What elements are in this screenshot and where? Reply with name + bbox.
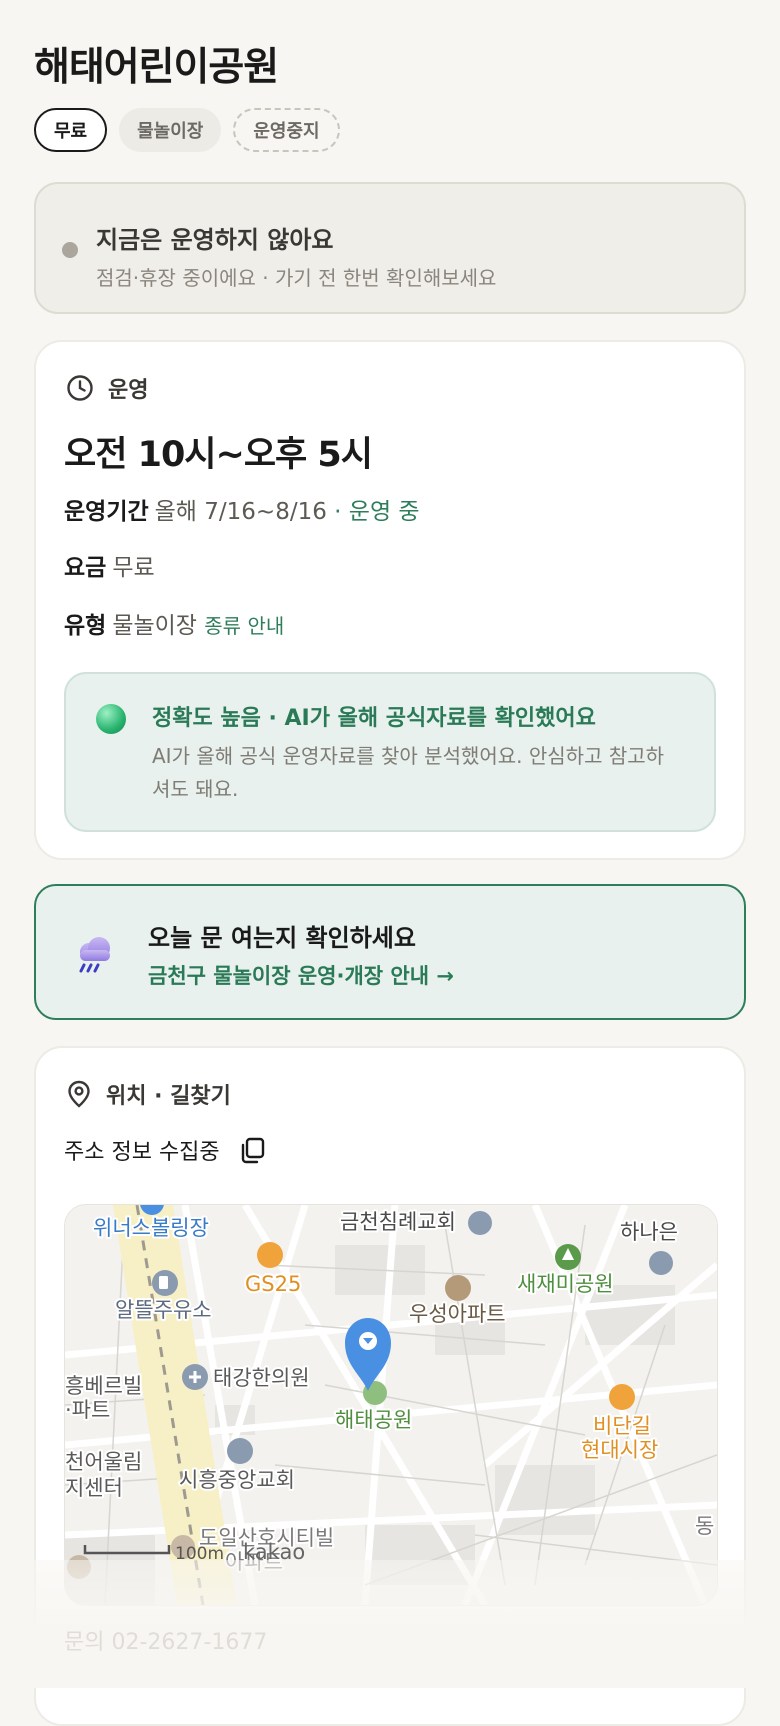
accuracy-orb-icon: [96, 704, 126, 734]
map-label-hongbe2: ·파트: [65, 1398, 110, 1422]
tag-chips: 무료 물놀이장 운영중지: [34, 108, 340, 152]
chip-stopped[interactable]: 운영중지: [233, 108, 340, 152]
map-label-saejaemi: 새재미공원: [517, 1272, 614, 1296]
map-label-bowling: 위너스볼링장: [93, 1216, 209, 1240]
map-label-church1: 금천침례교회: [340, 1210, 456, 1234]
period-value: 올해 7/16~8/16: [154, 499, 327, 525]
open-check-title: 오늘 문 여는지 확인하세요: [148, 924, 416, 952]
accuracy-title: 정확도 높음 · AI가 올해 공식자료를 확인했어요: [152, 706, 596, 731]
page-title: 해태어린이공원: [34, 45, 279, 90]
operation-card: 운영 오전 10시~오후 5시 운영기간 올해 7/16~8/16 · 운영 중 …: [34, 340, 746, 860]
operation-header: 운영: [66, 372, 148, 404]
period-label: 운영기간: [64, 499, 149, 525]
fee-row: 요금 무료: [64, 548, 155, 582]
map-label-dong: 동: [695, 1514, 714, 1538]
map-label-clinic: 태강한의원: [213, 1366, 310, 1390]
type-value: 물놀이장: [112, 613, 197, 639]
fee-label: 요금: [64, 555, 107, 581]
map-label-market1: 비단길: [593, 1414, 651, 1438]
address-row: 주소 정보 수집중: [64, 1134, 266, 1166]
location-header: 위치 · 길찾기: [66, 1078, 231, 1110]
period-status: · 운영 중: [334, 499, 420, 525]
map-label-gas: 알뜰주유소: [115, 1298, 212, 1322]
clock-icon: [67, 375, 93, 401]
map-label-park: 해태공원: [335, 1408, 412, 1432]
map-canvas[interactable]: 위너스볼링장 금천침례교회 하나은 GS25 새재미공원 알뜰주유소 우성아파트…: [65, 1205, 717, 1605]
accuracy-description: AI가 올해 공식 운영자료를 찾아 분석했어요. 안심하고 참고하셔도 돼요.: [152, 744, 665, 801]
type-guide-link[interactable]: 종류 안내: [204, 614, 284, 638]
rain-cloud-icon: [79, 937, 110, 973]
type-row: 유형 물놀이장 종류 안내: [64, 606, 284, 640]
chip-type[interactable]: 물놀이장: [119, 108, 222, 152]
address-text: 주소 정보 수집중: [64, 1140, 220, 1165]
map-label-center2: 지센터: [65, 1476, 123, 1500]
map-view[interactable]: 위너스볼링장 금천침례교회 하나은 GS25 새재미공원 알뜰주유소 우성아파트…: [64, 1204, 718, 1606]
location-pin-icon: [68, 1080, 90, 1108]
status-description: 점검·휴장 중이에요 · 가기 전 한번 확인해보세요: [96, 266, 497, 290]
operation-hours: 오전 10시~오후 5시: [64, 435, 373, 475]
map-label-market2: 현대시장: [581, 1438, 658, 1462]
map-label-gs25: GS25: [245, 1272, 301, 1296]
open-check-link[interactable]: 금천구 물놀이장 운영·개장 안내 →: [148, 960, 454, 990]
status-dot: [62, 242, 78, 258]
map-label-church2: 시흥중앙교회: [179, 1468, 295, 1492]
period-row: 운영기간 올해 7/16~8/16 · 운영 중: [64, 492, 420, 526]
open-check-banner[interactable]: 오늘 문 여는지 확인하세요 금천구 물놀이장 운영·개장 안내 →: [34, 884, 746, 1020]
fee-value: 무료: [112, 555, 155, 581]
map-label-center1: 천어울림: [65, 1450, 142, 1474]
status-banner: 지금은 운영하지 않아요 점검·휴장 중이에요 · 가기 전 한번 확인해보세요: [34, 182, 746, 314]
location-header-label: 위치 · 길찾기: [106, 1084, 231, 1109]
accuracy-box: 정확도 높음 · AI가 올해 공식자료를 확인했어요 AI가 올해 공식 운영…: [64, 672, 716, 832]
chip-free[interactable]: 무료: [34, 108, 108, 152]
type-label: 유형: [64, 613, 107, 639]
status-title: 지금은 운영하지 않아요: [96, 226, 334, 254]
map-label-apt: 우성아파트: [409, 1302, 506, 1326]
map-label-hana: 하나은: [620, 1220, 678, 1244]
map-label-hongbe1: 흥베르빌: [65, 1374, 142, 1398]
contact-phone[interactable]: 문의 02-2627-1677: [64, 1624, 267, 1656]
operation-header-label: 운영: [108, 378, 149, 403]
copy-icon[interactable]: [238, 1136, 266, 1164]
